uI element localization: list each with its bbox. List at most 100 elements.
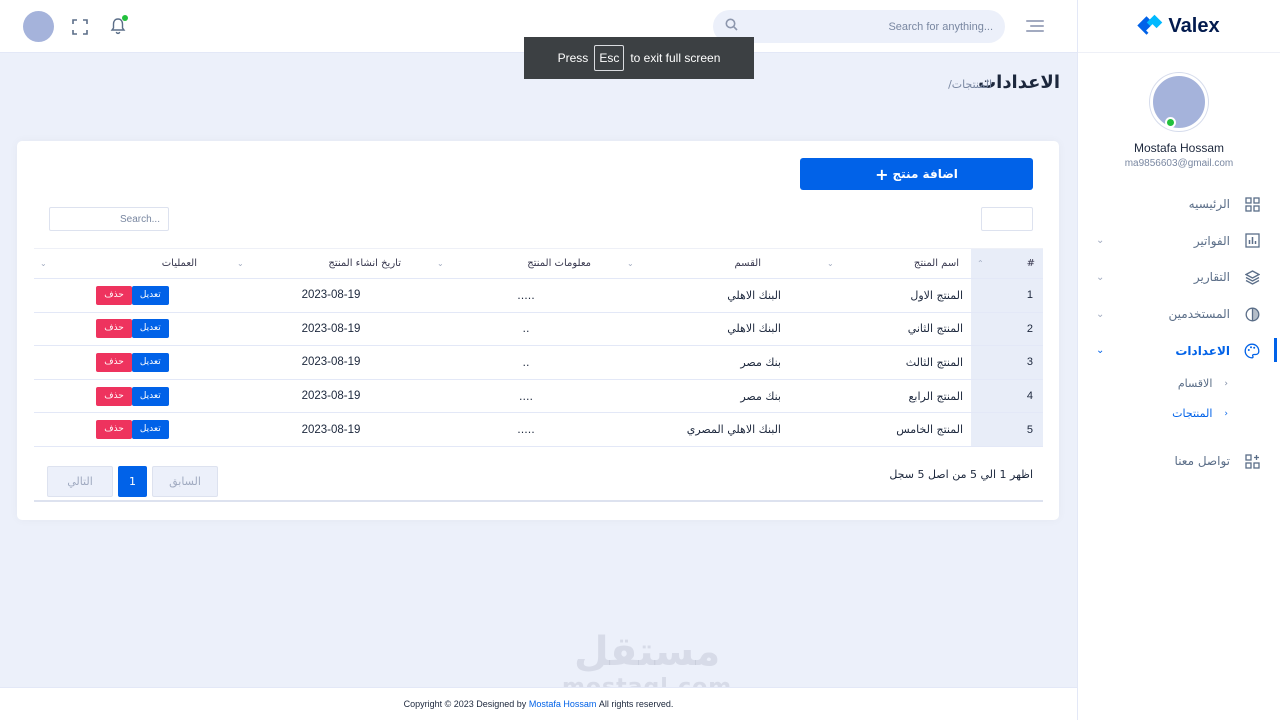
global-search-input[interactable] (738, 20, 993, 33)
sidebar-subitem-label: المنتجات (1172, 407, 1213, 421)
edit-button[interactable]: تعديل (131, 352, 169, 372)
globe-icon (1244, 306, 1260, 322)
product-date: 2023-08-19 (231, 312, 431, 347)
sidebar-item-label: التقارير (1193, 270, 1230, 285)
column-header-label: اسم المنتج (913, 258, 959, 269)
row-number: 5 (971, 412, 1043, 447)
column-header-name[interactable]: اسم المنتج ⌄ (821, 248, 971, 279)
delete-button[interactable]: حذف (96, 319, 132, 339)
column-header-date[interactable]: تاريخ انشاء المنتج ⌄ (231, 248, 431, 279)
edit-button[interactable]: تعديل (131, 420, 169, 440)
logo[interactable]: Valex (1078, 0, 1280, 53)
current-page-button[interactable]: 1 (118, 466, 147, 497)
chevron-right-icon: › (1224, 408, 1228, 419)
sort-icon: ⌃ (977, 259, 984, 268)
dashboard-icon (1244, 196, 1260, 212)
product-info: .... (431, 379, 621, 414)
sidebar-item-home[interactable]: الرئيسيه (1078, 186, 1280, 223)
global-search[interactable] (713, 10, 1005, 43)
chevron-down-icon: ⌄ (1096, 308, 1105, 320)
logo-text: Valex (1168, 14, 1220, 37)
product-name: المنتج الثاني (821, 312, 971, 347)
product-info: ..... (431, 278, 621, 313)
product-name: المنتج الثالث (821, 345, 971, 380)
column-header-number[interactable]: # ⌃ (971, 248, 1043, 279)
previous-page-button[interactable]: السابق (152, 466, 218, 497)
toast-rest: to exit full screen (630, 51, 721, 65)
product-info: ..... (431, 412, 621, 447)
footer-prefix: Copyright © 2023 Designed by (403, 699, 527, 709)
sidebar-subitem-products[interactable]: المنتجات › (1078, 399, 1228, 429)
sidebar-subitem-sections[interactable]: الاقسام › (1078, 369, 1228, 399)
add-product-button[interactable]: + اضافة منتج (800, 158, 1033, 190)
product-info: .. (431, 345, 621, 380)
row-actions: تعديلحذف (34, 312, 231, 347)
delete-button[interactable]: حذف (96, 285, 132, 305)
logo-icon (1137, 13, 1164, 39)
row-actions: تعديلحذف (34, 379, 231, 414)
column-header-section[interactable]: القسم ⌄ (621, 248, 821, 279)
page-length-select[interactable] (981, 207, 1033, 231)
sort-icon: ⌄ (40, 259, 47, 268)
chevron-down-icon: ⌄ (1096, 235, 1105, 247)
sort-icon: ⌄ (237, 259, 244, 268)
row-number: 3 (971, 345, 1043, 380)
table-search-input[interactable] (49, 207, 169, 231)
table-row: 4 المنتج الرابع بنك مصر .... 2023-08-19 … (34, 379, 1043, 414)
user-avatar[interactable] (23, 11, 54, 42)
footer-brand-link[interactable]: Mostafa Hossam (529, 699, 597, 709)
sidebar-item-settings[interactable]: ⌄ الاعدادات (1078, 332, 1280, 369)
notification-dot (122, 15, 128, 21)
table-scrollbar[interactable] (34, 500, 1043, 502)
sidebar: Valex Mostafa Hossam ma9856603@gmail.com… (1077, 0, 1280, 720)
product-date: 2023-08-19 (231, 345, 431, 380)
product-info: .. (431, 312, 621, 347)
product-name: المنتج الاول (821, 278, 971, 313)
menu-toggle-icon[interactable] (1026, 20, 1044, 34)
profile-name: Mostafa Hossam (1133, 141, 1225, 155)
product-section: بنك مصر (621, 379, 821, 414)
footer-suffix: All rights reserved. (598, 699, 674, 709)
edit-button[interactable]: تعديل (131, 285, 169, 305)
next-page-button[interactable]: التالي (47, 466, 113, 497)
layers-icon (1244, 269, 1260, 285)
delete-button[interactable]: حذف (96, 352, 132, 372)
sidebar-item-label: تواصل معنا (1174, 454, 1230, 469)
profile-avatar[interactable] (1150, 73, 1208, 131)
watermark-arabic: مستقل (573, 629, 721, 675)
sidebar-item-contact[interactable]: تواصل معنا (1078, 443, 1280, 480)
row-number: 4 (971, 379, 1043, 414)
sidebar-item-label: الاعدادات (1175, 343, 1230, 358)
search-icon (725, 18, 738, 35)
column-header-label: العمليات (161, 258, 197, 269)
sidebar-item-users[interactable]: ⌄ المستخدمين (1078, 296, 1280, 333)
edit-button[interactable]: تعديل (131, 319, 169, 339)
column-header-info[interactable]: معلومات المنتج ⌄ (431, 248, 621, 279)
delete-button[interactable]: حذف (96, 420, 132, 440)
sort-icon: ⌄ (627, 259, 634, 268)
pagination: التالي 1 السابق (47, 466, 218, 497)
column-header-actions[interactable]: العمليات ⌄ (34, 248, 231, 279)
product-date: 2023-08-19 (231, 379, 431, 414)
online-status-dot (1165, 117, 1176, 128)
sidebar-item-invoices[interactable]: ⌄ الفواتير (1078, 223, 1280, 260)
profile: Mostafa Hossam ma9856603@gmail.com (1078, 53, 1280, 169)
row-actions: تعديلحذف (34, 412, 231, 447)
products-table: # ⌃ اسم المنتج ⌄ القسم ⌄ معلومات المنتج … (34, 248, 1043, 447)
plus-icon: + (875, 164, 889, 184)
edit-button[interactable]: تعديل (131, 386, 169, 406)
breadcrumb[interactable]: /المنتجات (948, 78, 992, 91)
sidebar-menu: الرئيسيه ⌄ الفواتير ⌄ التقارير ⌄ المستخد… (1078, 186, 1280, 480)
row-number: 1 (971, 278, 1043, 313)
chart-icon (1244, 233, 1260, 249)
products-card: + اضافة منتج # ⌃ اسم المنتج ⌄ القسم ⌄ (17, 141, 1059, 520)
fullscreen-icon[interactable] (72, 19, 88, 35)
sort-icon: ⌄ (827, 259, 834, 268)
add-product-label: اضافة منتج (892, 167, 958, 181)
sidebar-item-reports[interactable]: ⌄ التقارير (1078, 259, 1280, 296)
table-row: 1 المنتج الاول البنك الاهلي ..... 2023-0… (34, 278, 1043, 313)
delete-button[interactable]: حذف (96, 386, 132, 406)
table-info: اظهر 1 الي 5 من اصل 5 سجل (889, 468, 1033, 481)
sort-icon: ⌄ (437, 259, 444, 268)
sidebar-subitem-label: الاقسام (1177, 377, 1213, 391)
